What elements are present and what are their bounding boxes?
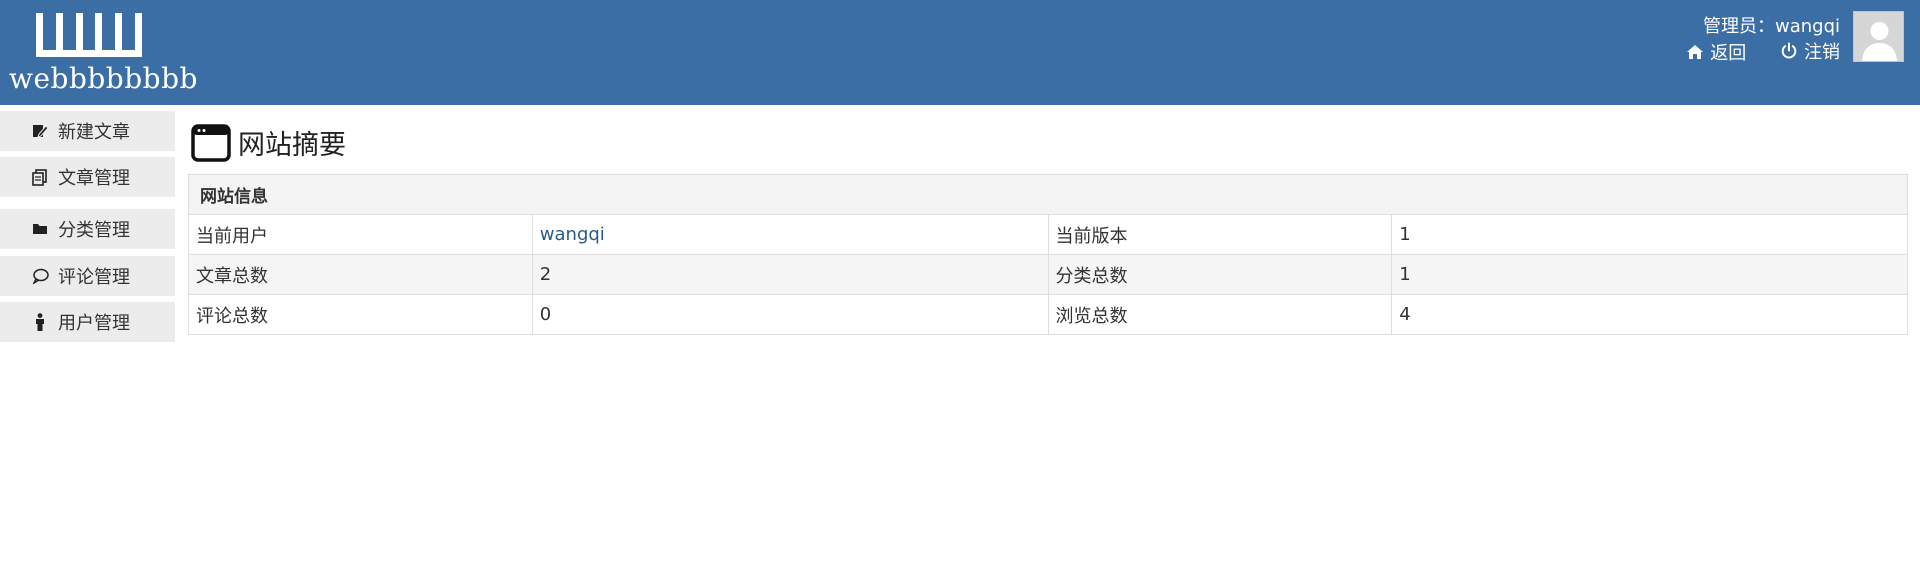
logout-link[interactable]: 注销 <box>1780 38 1840 64</box>
avatar[interactable] <box>1853 11 1904 62</box>
row-value: 1 <box>1391 214 1908 255</box>
admin-info: 管理员：wangqi <box>1703 12 1840 38</box>
table-row: 当前用户 wangqi 当前版本 1 <box>188 214 1908 255</box>
site-info-table: 网站信息 当前用户 wangqi 当前版本 1 文章总数 2 分类总数 1 评论… <box>188 174 1908 335</box>
section-header: 网站信息 <box>188 174 1908 215</box>
row-value: 2 <box>531 254 1049 295</box>
sidebar-item-label: 新建文章 <box>58 122 130 143</box>
user-silhouette-icon <box>1862 22 1897 61</box>
edit-icon <box>31 122 49 140</box>
table-header-row: 网站信息 <box>188 174 1908 215</box>
sidebar-item-new-article[interactable]: 新建文章 <box>0 111 175 151</box>
sidebar-item-user-manage[interactable]: 用户管理 <box>0 302 175 342</box>
logout-label: 注销 <box>1804 42 1840 63</box>
admin-label: 管理员： <box>1702 16 1775 37</box>
row-key: 文章总数 <box>188 254 533 295</box>
top-header: webbbbbbbb 管理员：wangqi 返回 注销 <box>0 0 1920 105</box>
sidebar-item-label: 评论管理 <box>58 267 130 288</box>
page-title: 网站摘要 <box>238 130 346 161</box>
sidebar-item-article-manage[interactable]: 文章管理 <box>0 157 175 197</box>
current-user-link[interactable]: wangqi <box>540 224 605 245</box>
comment-icon <box>31 267 49 285</box>
page-title-wrap: 网站摘要 <box>191 123 346 162</box>
logo-text: webbbbbbbb <box>9 62 198 95</box>
row-key: 当前用户 <box>188 214 533 255</box>
user-icon <box>31 313 49 331</box>
back-link[interactable]: 返回 <box>1686 39 1746 65</box>
header-links: 返回 注销 <box>1686 38 1840 65</box>
table-row: 文章总数 2 分类总数 1 <box>188 254 1908 295</box>
row-key: 分类总数 <box>1047 254 1393 295</box>
logo-mark-icon <box>36 13 142 57</box>
sidebar-item-label: 用户管理 <box>58 313 130 334</box>
admin-name: wangqi <box>1774 16 1840 37</box>
back-label: 返回 <box>1710 43 1747 64</box>
power-icon <box>1781 42 1797 59</box>
browser-window-icon <box>191 123 231 162</box>
row-value: 4 <box>1391 294 1908 335</box>
row-value: 1 <box>1391 254 1908 295</box>
row-key: 评论总数 <box>188 294 533 335</box>
sidebar-item-category-manage[interactable]: 分类管理 <box>0 209 175 249</box>
row-key: 当前版本 <box>1047 214 1393 255</box>
sidebar-item-label: 文章管理 <box>58 168 130 189</box>
row-value: 0 <box>531 294 1049 335</box>
row-key: 浏览总数 <box>1047 294 1393 335</box>
folder-icon <box>31 220 49 238</box>
site-logo[interactable]: webbbbbbbb <box>6 10 197 94</box>
table-row: 评论总数 0 浏览总数 4 <box>188 294 1908 335</box>
sidebar-item-comment-manage[interactable]: 评论管理 <box>0 256 175 296</box>
document-icon <box>31 168 49 186</box>
row-value-cell: wangqi <box>531 214 1049 255</box>
home-icon <box>1687 45 1704 59</box>
sidebar-item-label: 分类管理 <box>58 220 130 241</box>
